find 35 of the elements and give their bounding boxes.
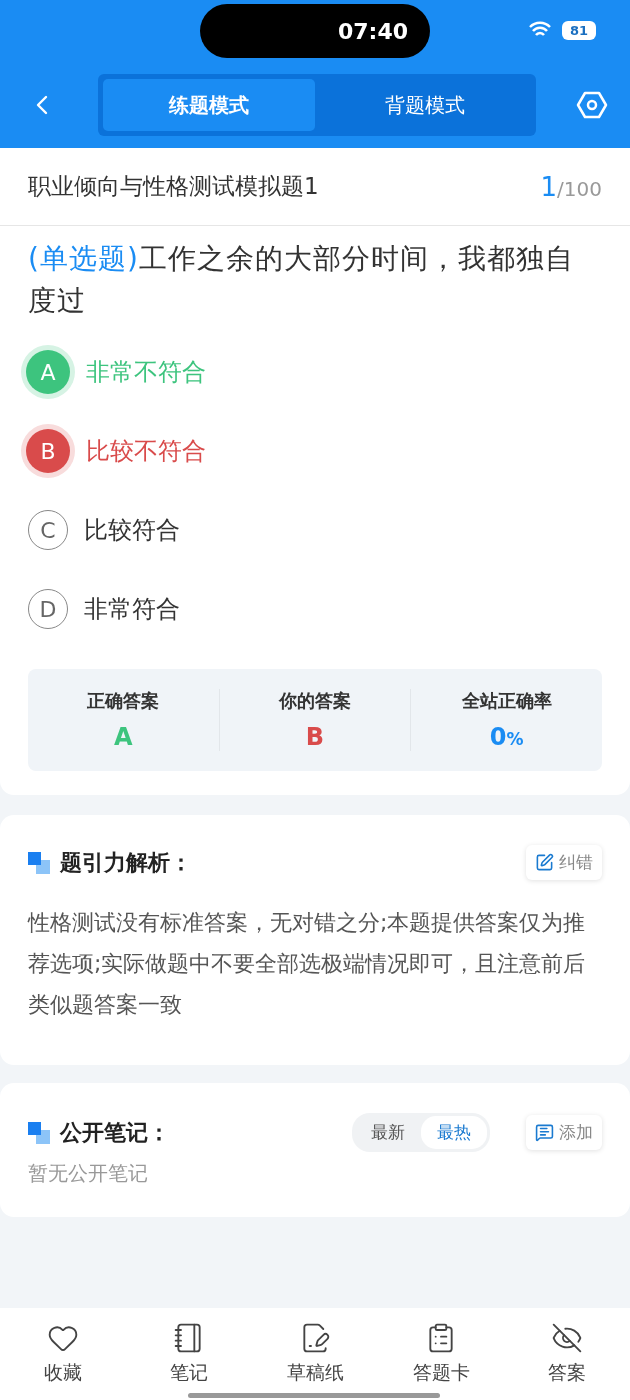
section-title: 公开笔记： — [60, 1118, 171, 1147]
eye-off-icon — [551, 1322, 583, 1354]
toolbar-button[interactable]: 收藏 — [0, 1308, 126, 1400]
exam-title: 职业倾向与性格测试模拟题1 — [28, 172, 319, 201]
stat-value: B — [305, 723, 325, 751]
section-marker-icon — [28, 851, 50, 874]
option-text[interactable]: 比较不符合 — [86, 435, 206, 467]
mode-tab[interactable]: 练题模式 — [103, 79, 315, 131]
question-counter: 1/100 — [540, 171, 602, 202]
analysis-text: 性格测试没有标准答案，无对错之分;本题提供答案仅为推荐选项;实际做题中不要全部选极端情况即可，且注意前后类似题答案一致 — [28, 909, 587, 1019]
option-text[interactable]: 比较符合 — [84, 514, 180, 546]
sort-tab[interactable]: 最新 — [355, 1116, 421, 1149]
report-error-button[interactable]: 纠错 — [526, 845, 602, 880]
settings-icon[interactable] — [576, 89, 608, 121]
message-icon — [535, 1123, 554, 1142]
edit-icon — [535, 853, 554, 872]
sort-tab[interactable]: 最热 — [421, 1116, 487, 1149]
mode-tab[interactable]: 背题模式 — [319, 79, 531, 131]
status-time: 07:40 — [337, 18, 408, 44]
stat-value: A — [114, 723, 133, 751]
empty-notes-text: 暂无公开笔记 — [28, 1160, 149, 1187]
add-note-button[interactable]: 添加 — [526, 1115, 602, 1150]
section-marker-icon — [28, 1121, 50, 1144]
toolbar-button[interactable]: 答题卡 — [378, 1308, 504, 1400]
section-title: 题引力解析： — [60, 848, 193, 877]
toolbar-button[interactable]: 答案 — [504, 1308, 630, 1400]
stat-label: 全站正确率 — [461, 689, 552, 713]
question-text: (单选题)工作之余的大部分时间，我都独自度过 — [27, 241, 575, 319]
option-text[interactable]: 非常符合 — [84, 593, 180, 625]
toolbar-button[interactable]: 草稿纸 — [252, 1308, 378, 1400]
stat-label: 你的答案 — [279, 689, 351, 713]
stat-label: 正确答案 — [87, 689, 160, 713]
battery-level: 81 — [561, 20, 596, 40]
stat-value: 0% — [489, 723, 524, 751]
toolbar-button[interactable]: 笔记 — [126, 1308, 252, 1400]
